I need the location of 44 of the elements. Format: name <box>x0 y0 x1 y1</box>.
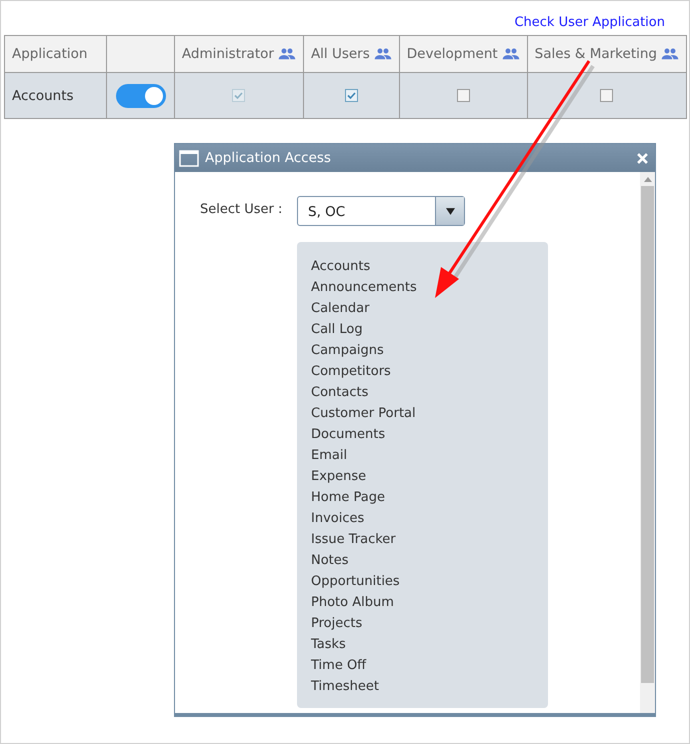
checkbox[interactable] <box>456 89 470 102</box>
application-item: Campaigns <box>311 342 385 360</box>
people-icon <box>278 48 296 60</box>
people-icon <box>661 48 679 60</box>
window-icon <box>179 150 199 166</box>
application-item: Expense <box>311 468 368 486</box>
people-icon <box>374 48 392 60</box>
checkbox[interactable] <box>600 89 614 102</box>
application-item: Invoices <box>311 510 366 528</box>
application-item: Documents <box>311 426 386 444</box>
people-icon <box>502 48 520 60</box>
application-item: Email <box>311 447 348 465</box>
toggle-switch[interactable] <box>116 84 166 108</box>
column-header: Administrator <box>182 46 274 62</box>
dialog-title: Application Access <box>205 150 332 166</box>
scroll-up-icon[interactable] <box>644 176 652 182</box>
application-item: Home Page <box>311 489 386 507</box>
application-item: Timesheet <box>311 678 380 696</box>
application-item: Contacts <box>311 384 370 402</box>
application-item: Photo Album <box>311 594 395 612</box>
application-item: Accounts <box>311 258 372 276</box>
column-header: Application <box>4 36 107 72</box>
checkbox[interactable] <box>344 89 358 102</box>
application-item: Opportunities <box>311 573 401 591</box>
application-item: Call Log <box>311 321 364 339</box>
close-icon[interactable] <box>637 152 648 164</box>
application-item: Calendar <box>311 300 370 318</box>
application-item: Issue Tracker <box>311 531 397 549</box>
user-dropdown[interactable]: S, OC <box>297 196 465 226</box>
application-item: Customer Portal <box>311 405 417 423</box>
column-header: Development <box>406 46 498 62</box>
column-header: Sales & Marketing <box>534 46 657 62</box>
application-item: Tasks <box>311 636 347 654</box>
table-cell: Accounts <box>4 72 107 118</box>
application-item: Competitors <box>311 363 392 381</box>
application-item: Announcements <box>311 279 418 297</box>
caret-icon <box>446 208 454 214</box>
application-item: Projects <box>311 615 364 633</box>
application-item: Time Off <box>311 657 368 675</box>
check-user-application-link[interactable]: Check User Application <box>514 15 665 35</box>
application-item: Notes <box>311 552 350 570</box>
column-header: All Users <box>310 46 370 62</box>
scrollbar[interactable] <box>640 172 655 713</box>
select-user-label: Select User : <box>200 201 284 219</box>
